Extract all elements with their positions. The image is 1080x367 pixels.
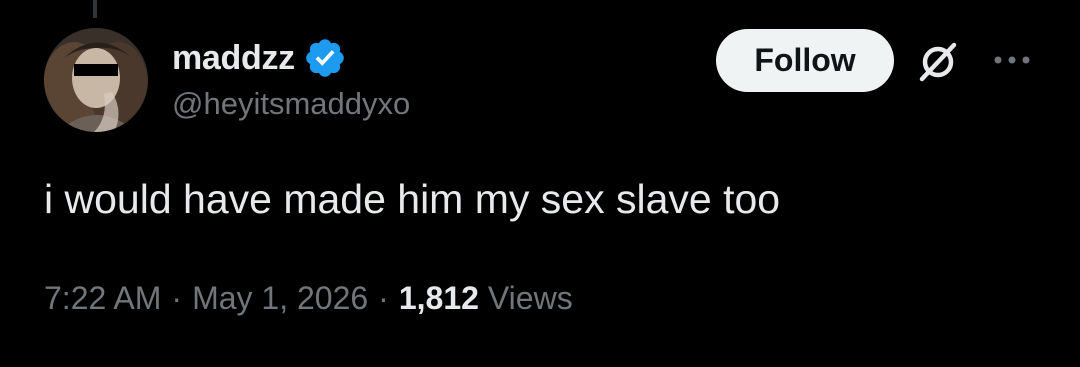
tweet-date[interactable]: May 1, 2026	[192, 280, 368, 317]
views-count: 1,812	[398, 280, 479, 316]
follow-button[interactable]: Follow	[716, 29, 894, 92]
author-handle[interactable]: @heyitsmaddyxo	[172, 86, 410, 122]
avatar[interactable]	[44, 28, 148, 132]
more-icon[interactable]	[990, 45, 1034, 75]
separator-dot: ·	[378, 280, 389, 316]
thread-connector-line	[93, 0, 97, 18]
tweet-text: i would have made him my sex slave too	[44, 176, 781, 222]
separator-dot: ·	[171, 280, 183, 316]
verified-badge-icon[interactable]	[303, 36, 347, 80]
display-name[interactable]: maddzz	[172, 39, 295, 78]
views-label: Views	[487, 280, 573, 316]
avatar-image	[44, 28, 148, 132]
author-name-row: maddzz	[172, 36, 347, 80]
tweet-metadata: 7:22 AM · May 1, 2026 · 1,812 Views	[44, 280, 573, 317]
grok-icon[interactable]	[914, 37, 962, 85]
tweet-time[interactable]: 7:22 AM	[44, 280, 161, 317]
